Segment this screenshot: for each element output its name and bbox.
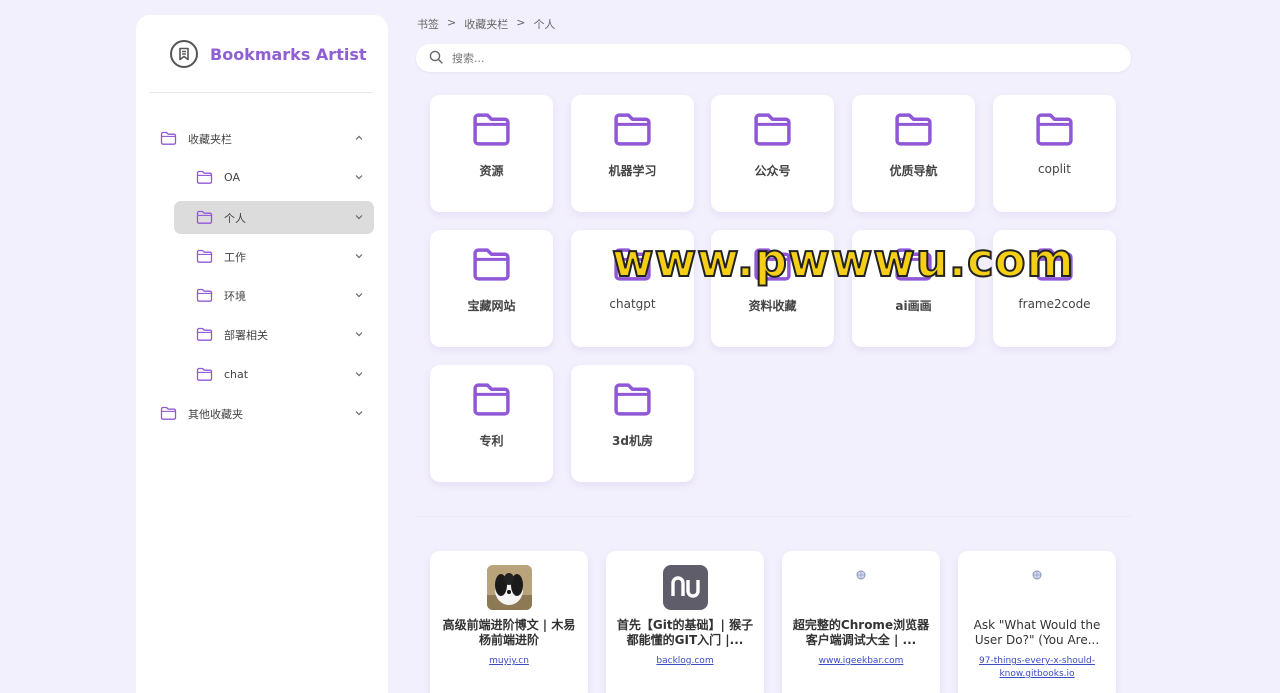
sidebar-item-label: 收藏夹栏 xyxy=(188,132,232,146)
folder-icon xyxy=(612,111,653,148)
site-title: 超完整的Chrome浏览器客户端调试大全 | ... xyxy=(792,618,930,647)
sidebar-item[interactable]: 其他收藏夹 xyxy=(150,397,374,430)
chevron-up-icon[interactable] xyxy=(354,133,364,143)
folder-label: chatgpt xyxy=(609,297,656,311)
chevron-down-icon[interactable] xyxy=(354,408,364,418)
folder-card[interactable]: 优质导航 xyxy=(852,95,975,212)
folder-icon xyxy=(752,111,793,148)
folder-label: ai画画 xyxy=(895,299,932,313)
site-title: 高级前端进阶博文 | 木易杨前端进阶 xyxy=(442,618,576,647)
sidebar-item[interactable]: 收藏夹栏 xyxy=(150,122,374,155)
folder-icon xyxy=(196,288,214,303)
folder-card[interactable]: 3d机房 xyxy=(571,365,694,482)
globe-icon xyxy=(1032,565,1042,580)
chevron-down-icon[interactable] xyxy=(354,290,364,300)
sidebar-item[interactable]: 个人 xyxy=(174,201,374,234)
folder-icon xyxy=(471,246,512,283)
folder-icon xyxy=(160,406,178,421)
app-title: Bookmarks Artist xyxy=(210,44,367,64)
folder-icon xyxy=(893,111,934,148)
site-link[interactable]: backlog.com xyxy=(614,655,756,668)
folder-label: 资料收藏 xyxy=(748,299,797,313)
folder-icon xyxy=(471,381,512,418)
brand[interactable]: Bookmarks Artist xyxy=(170,40,367,68)
sidebar-item[interactable]: 工作 xyxy=(174,240,374,273)
sidebar-item[interactable]: 环境 xyxy=(174,279,374,312)
site-title: 首先【Git的基础】| 猴子都能懂的GIT入门 |... xyxy=(616,618,754,647)
site-card[interactable]: 首先【Git的基础】| 猴子都能懂的GIT入门 |... backlog.com xyxy=(606,551,764,693)
folder-icon xyxy=(196,249,214,264)
sidebar-item-label: OA xyxy=(224,171,240,184)
bookmark-icon xyxy=(170,40,198,68)
folder-icon xyxy=(1034,111,1075,148)
folder-icon xyxy=(196,327,214,342)
folder-icon xyxy=(196,367,214,382)
folder-card[interactable]: coplit xyxy=(993,95,1116,212)
folder-card[interactable]: 机器学习 xyxy=(571,95,694,212)
folder-icon xyxy=(612,381,653,418)
folder-icon xyxy=(196,210,214,225)
chevron-down-icon[interactable] xyxy=(354,369,364,379)
sidebar-item-label: 个人 xyxy=(224,211,246,225)
folder-icon xyxy=(160,131,178,146)
breadcrumb-item[interactable]: 收藏夹栏 xyxy=(464,16,508,32)
folder-icon xyxy=(196,170,214,185)
site-thumbnail xyxy=(487,565,532,610)
sidebar-item[interactable]: chat xyxy=(174,358,374,391)
site-card[interactable]: 高级前端进阶博文 | 木易杨前端进阶 muyiy.cn xyxy=(430,551,588,693)
folder-card[interactable]: 专利 xyxy=(430,365,553,482)
breadcrumb: 书签 > 收藏夹栏 > 个人 xyxy=(417,16,555,32)
sidebar-item-label: 其他收藏夹 xyxy=(188,407,243,421)
globe-icon xyxy=(856,565,866,580)
sidebar-item-label: 工作 xyxy=(224,250,246,264)
search-icon xyxy=(429,49,443,68)
sidebar-item-label: chat xyxy=(224,368,249,381)
folder-label: 机器学习 xyxy=(608,164,657,178)
folder-label: 公众号 xyxy=(754,164,791,178)
folder-icon xyxy=(471,111,512,148)
breadcrumb-item[interactable]: 个人 xyxy=(533,16,555,32)
folder-label: 优质导航 xyxy=(889,164,938,178)
chevron-down-icon[interactable] xyxy=(354,172,364,182)
brand-divider xyxy=(150,92,372,93)
breadcrumb-item[interactable]: 书签 xyxy=(417,16,439,32)
folder-label: 宝藏网站 xyxy=(467,299,516,313)
chevron-down-icon[interactable] xyxy=(354,212,364,222)
search-input[interactable] xyxy=(452,51,1092,65)
nu-logo xyxy=(663,565,708,610)
site-link[interactable]: www.igeekbar.com xyxy=(790,655,932,668)
site-card[interactable]: 超完整的Chrome浏览器客户端调试大全 | ... www.igeekbar.c… xyxy=(782,551,940,693)
folder-label: 资源 xyxy=(479,164,504,178)
folder-label: 3d机房 xyxy=(612,434,653,448)
site-card[interactable]: Ask "What Would the User Do?" (You Are..… xyxy=(958,551,1116,693)
section-divider xyxy=(416,516,1131,517)
chevron-down-icon[interactable] xyxy=(354,329,364,339)
folder-card[interactable]: 公众号 xyxy=(711,95,834,212)
sidebar-item[interactable]: OA xyxy=(174,161,374,194)
chevron-down-icon[interactable] xyxy=(354,251,364,261)
sidebar-item[interactable]: 部署相关 xyxy=(174,318,374,351)
watermark: www.pwwwu.com xyxy=(611,233,1075,288)
site-link[interactable]: muyiy.cn xyxy=(438,655,580,668)
folder-card[interactable]: 资源 xyxy=(430,95,553,212)
sidebar-item-label: 环境 xyxy=(224,289,246,303)
breadcrumb-separator: > xyxy=(447,16,457,29)
site-link[interactable]: 97-things-every-x-should-know.gitbooks.i… xyxy=(966,655,1108,681)
folder-label: 专利 xyxy=(479,434,504,448)
sidebar: Bookmarks Artist 收藏夹栏 OA 个人工作环境部署相关 chat 其他收… xyxy=(136,15,388,693)
folder-label: frame2code xyxy=(1018,297,1091,311)
search-bar[interactable] xyxy=(416,44,1131,72)
sidebar-item-label: 部署相关 xyxy=(224,328,268,342)
folder-card[interactable]: 宝藏网站 xyxy=(430,230,553,347)
site-title: Ask "What Would the User Do?" (You Are..… xyxy=(973,618,1101,647)
folder-label: coplit xyxy=(1038,162,1071,176)
breadcrumb-separator: > xyxy=(516,16,526,29)
